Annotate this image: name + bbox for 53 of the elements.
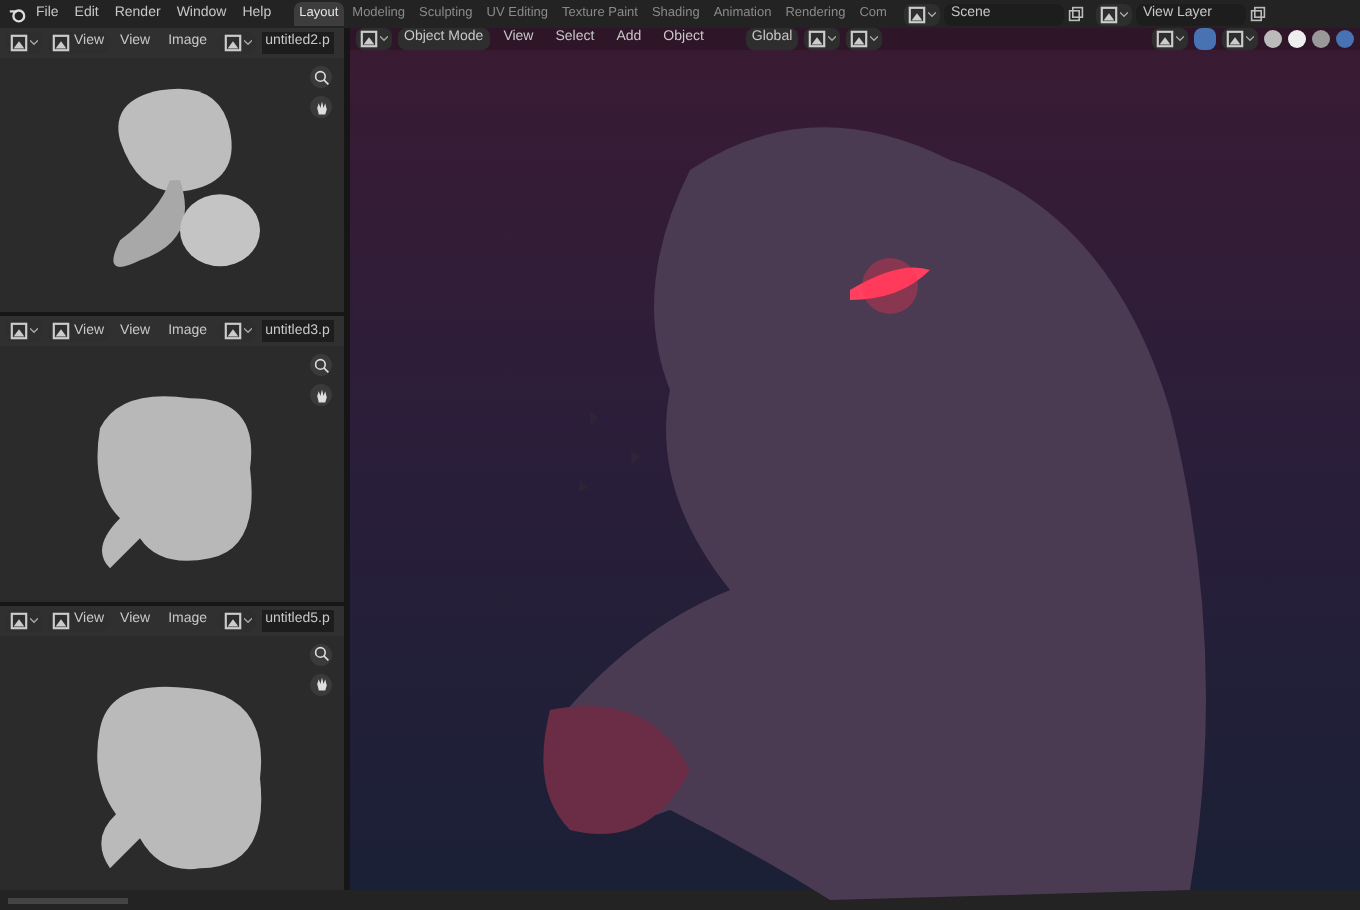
image-icon	[10, 322, 28, 341]
image-icon	[52, 34, 70, 52]
image-icon	[223, 611, 242, 630]
hand-icon[interactable]	[310, 673, 332, 696]
image-icon	[52, 611, 70, 630]
image-icon	[850, 30, 869, 48]
image-icon	[908, 5, 927, 23]
caret-icon	[1120, 11, 1129, 17]
blender-logo-icon[interactable]	[8, 5, 26, 23]
hand-icon[interactable]	[310, 384, 332, 407]
image-browse-button[interactable]	[219, 320, 256, 343]
image-browse-button[interactable]	[219, 32, 256, 54]
image-browse-button[interactable]	[219, 609, 256, 632]
image-icon	[52, 322, 70, 341]
hand-icon[interactable]	[310, 96, 332, 118]
image-icon	[1100, 5, 1119, 23]
image-icon	[1226, 30, 1244, 48]
image-icon	[1156, 30, 1174, 48]
editor-type-button[interactable]	[6, 32, 42, 54]
status-bar	[8, 897, 128, 903]
visibility-button[interactable]	[1152, 28, 1188, 50]
image-icon	[223, 34, 242, 52]
pivot-button[interactable]	[804, 28, 841, 50]
caret-icon	[30, 40, 38, 46]
caret-icon	[243, 617, 252, 624]
scene-field-type-button[interactable]	[904, 3, 941, 25]
caret-icon	[380, 36, 388, 42]
image-icon	[223, 322, 242, 341]
view-layer-field-type-button[interactable]	[1096, 3, 1133, 25]
caret-icon	[243, 40, 252, 46]
editor-type-button[interactable]	[6, 320, 42, 343]
snap-button[interactable]	[846, 28, 883, 50]
caret-icon	[828, 36, 837, 42]
editor-type-button[interactable]	[6, 609, 42, 632]
overlay-button[interactable]	[1222, 28, 1258, 50]
image-icon	[10, 611, 28, 630]
image-icon	[360, 30, 378, 48]
caret-icon	[1246, 36, 1254, 42]
copy-icon[interactable]	[1250, 6, 1267, 22]
caret-icon	[928, 11, 937, 17]
image-icon	[10, 34, 28, 52]
caret-icon	[1176, 36, 1184, 42]
caret-icon	[30, 617, 38, 624]
copy-icon[interactable]	[1068, 6, 1085, 22]
zoom-icon[interactable]	[310, 354, 332, 377]
zoom-icon[interactable]	[310, 643, 332, 666]
editor-type-button[interactable]	[356, 28, 392, 50]
zoom-icon[interactable]	[310, 66, 332, 88]
caret-icon	[30, 328, 38, 335]
gizmo-toggle-button[interactable]	[1194, 28, 1216, 50]
image-icon	[808, 30, 827, 48]
caret-icon	[243, 328, 252, 335]
caret-icon	[870, 36, 879, 42]
